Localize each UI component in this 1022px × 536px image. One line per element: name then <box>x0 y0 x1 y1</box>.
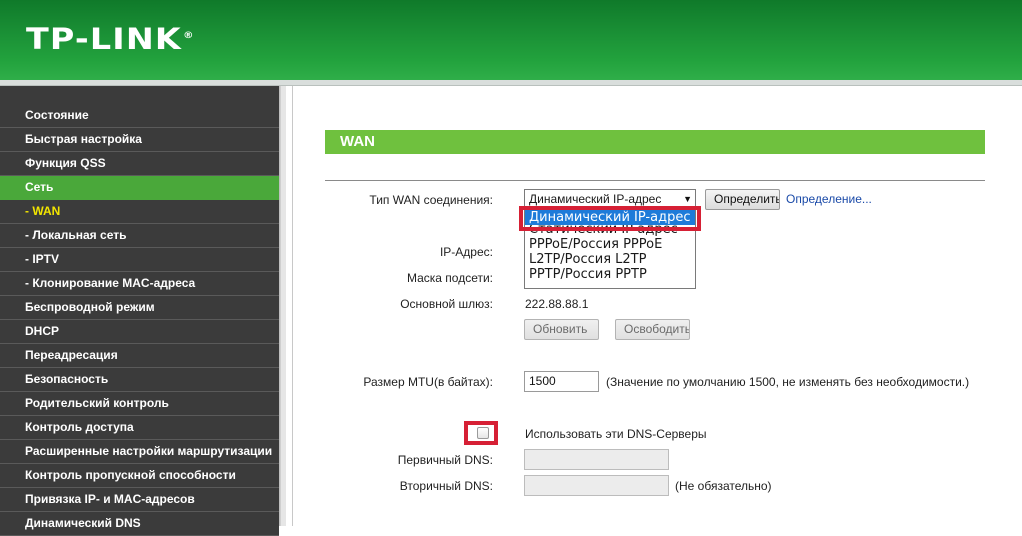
sidebar-item-security[interactable]: Безопасность <box>0 368 279 392</box>
sidebar-item-wireless[interactable]: Беспроводной режим <box>0 296 279 320</box>
use-dns-checkbox[interactable] <box>477 427 489 439</box>
sidebar-item-ip-mac-binding[interactable]: Привязка IP- и MAC-адресов <box>0 488 279 512</box>
gateway-label: Основной шлюз: <box>400 297 493 311</box>
content-frame: WAN Тип WAN соединения: Динамический IP-… <box>292 86 1022 526</box>
tp-link-logo: TP-LINK® <box>26 22 195 56</box>
wan-type-selected-value: Динамический IP-адрес <box>529 192 662 206</box>
sidebar-item-status[interactable]: Состояние <box>0 104 279 128</box>
sidebar-menu: Состояние Быстрая настройка Функция QSS … <box>0 86 280 536</box>
use-dns-label: Использовать эти DNS-Серверы <box>525 427 707 441</box>
primary-dns-label: Первичный DNS: <box>397 453 493 467</box>
renew-button[interactable]: Обновить <box>524 319 599 340</box>
wan-option-pppoe[interactable]: PPPoE/Россия PPPoE <box>525 237 695 252</box>
secondary-dns-hint: (Не обязательно) <box>675 479 772 493</box>
wan-type-label: Тип WAN соединения: <box>369 193 493 207</box>
selected-option-highlight <box>519 206 701 231</box>
secondary-dns-input[interactable] <box>524 475 669 496</box>
ip-address-label: IP-Адрес: <box>439 245 493 259</box>
sidebar-item-mac-clone[interactable]: - Клонирование MAC-адреса <box>0 272 279 296</box>
sidebar-top-spacer <box>0 86 279 104</box>
sidebar: Состояние Быстрая настройка Функция QSS … <box>0 86 286 536</box>
subnet-mask-label: Маска подсети: <box>406 271 493 285</box>
gateway-value: 222.88.88.1 <box>525 297 589 311</box>
sidebar-item-qss[interactable]: Функция QSS <box>0 152 279 176</box>
mtu-label: Размер MTU(в байтах): <box>363 375 493 389</box>
page-title: WAN <box>325 130 985 154</box>
sidebar-item-network[interactable]: Сеть <box>0 176 279 200</box>
mtu-input[interactable]: 1500 <box>524 371 599 392</box>
mtu-hint: (Значение по умолчанию 1500, не изменять… <box>606 375 970 389</box>
sidebar-item-lan[interactable]: - Локальная сеть <box>0 224 279 248</box>
sidebar-item-advanced-routing[interactable]: Расширенные настройки маршрутизации <box>0 440 279 464</box>
sidebar-item-quick-setup[interactable]: Быстрая настройка <box>0 128 279 152</box>
sidebar-item-forwarding[interactable]: Переадресация <box>0 344 279 368</box>
wan-option-l2tp[interactable]: L2TP/Россия L2TP <box>525 252 695 267</box>
sidebar-item-ddns[interactable]: Динамический DNS <box>0 512 279 536</box>
title-divider <box>325 180 985 181</box>
primary-dns-input[interactable] <box>524 449 669 470</box>
sidebar-item-iptv[interactable]: - IPTV <box>0 248 279 272</box>
sidebar-item-dhcp[interactable]: DHCP <box>0 320 279 344</box>
detect-link[interactable]: Определение... <box>786 192 872 206</box>
sidebar-item-parental-control[interactable]: Родительский контроль <box>0 392 279 416</box>
sidebar-item-wan[interactable]: - WAN <box>0 200 279 224</box>
wan-option-pptp[interactable]: PPTP/Россия PPTP <box>525 267 695 282</box>
main-content: WAN Тип WAN соединения: Динамический IP-… <box>286 86 1022 526</box>
header-banner: TP-LINK® <box>0 0 1022 80</box>
sidebar-item-bandwidth-control[interactable]: Контроль пропускной способности <box>0 464 279 488</box>
sidebar-item-access-control[interactable]: Контроль доступа <box>0 416 279 440</box>
release-button[interactable]: Освободить <box>615 319 690 340</box>
secondary-dns-label: Вторичный DNS: <box>399 479 493 493</box>
detect-button[interactable]: Определить <box>705 189 780 210</box>
